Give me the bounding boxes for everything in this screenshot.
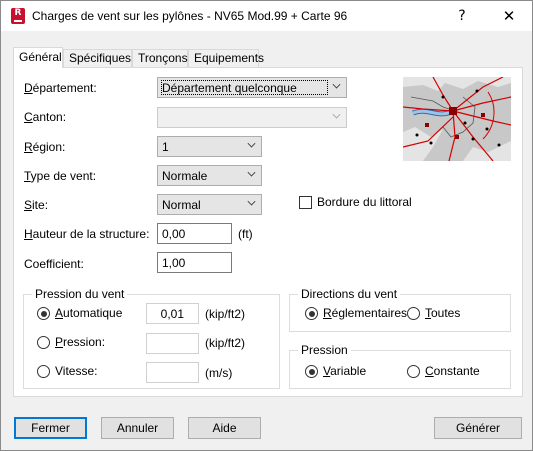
type-vent-label-text: ype de vent: <box>30 169 97 183</box>
toutes-label-text: outes <box>431 306 461 320</box>
variable-label-text: ariable <box>330 364 367 378</box>
title-bar: R Charges de vent sur les pylônes - NV65… <box>1 1 532 31</box>
dialog-window: R Charges de vent sur les pylônes - NV65… <box>0 0 533 451</box>
constante-label: Constante <box>425 364 480 378</box>
tab-troncons-label: Tronçons <box>138 51 188 65</box>
tab-specifiques-label: Spécifiques <box>69 51 132 65</box>
radio-circle-selected[interactable] <box>37 307 50 320</box>
vitesse-unit: (m/s) <box>205 366 233 380</box>
radio-circle[interactable] <box>37 336 50 349</box>
variable-label: Variable <box>323 364 367 378</box>
reglementaires-label: Réglementaires <box>323 306 408 320</box>
tab-equipements[interactable]: Equipements <box>188 49 264 68</box>
region-label: Région: <box>24 140 66 154</box>
pression-unit: (kip/ft2) <box>205 336 246 350</box>
annuler-button[interactable]: Annuler <box>101 417 174 439</box>
coefficient-label: Coefficient: <box>24 257 84 271</box>
help-button[interactable]: ? <box>439 1 485 31</box>
hauteur-unit: (ft) <box>238 227 253 241</box>
departement-label: Département: <box>24 81 97 95</box>
departement-label-text: épartement: <box>32 81 97 95</box>
hauteur-label-text: auteur de la structure: <box>32 227 150 241</box>
type-vent-value: Normale <box>162 169 208 183</box>
automatique-unit: (kip/ft2) <box>205 307 246 321</box>
window-title: Charges de vent sur les pylônes - NV65 M… <box>32 9 348 23</box>
chevron-down-icon <box>332 80 341 89</box>
vitesse-field[interactable] <box>146 362 199 383</box>
pression-label-text: ression: <box>63 335 106 349</box>
region-select[interactable]: 1 <box>157 136 262 157</box>
chevron-down-icon <box>247 197 256 206</box>
pression-field[interactable] <box>146 333 199 354</box>
bordure-littoral-label: Bordure du littoral <box>317 195 412 209</box>
pression-label: Pression: <box>55 335 106 349</box>
departement-select[interactable]: Département quelconque <box>157 77 347 98</box>
tab-specifiques[interactable]: Spécifiques <box>63 49 132 68</box>
chevron-down-icon <box>332 110 341 119</box>
hauteur-field[interactable]: 0,00 <box>157 223 232 244</box>
radio-circle[interactable] <box>407 307 420 320</box>
automatique-label: Automatique <box>55 306 123 320</box>
canton-select[interactable] <box>157 107 347 128</box>
radio-circle[interactable] <box>37 365 50 378</box>
type-vent-select[interactable]: Normale <box>157 165 262 186</box>
aide-button[interactable]: Aide <box>188 417 261 439</box>
radio-circle-selected[interactable] <box>305 307 318 320</box>
type-vent-label: Type de vent: <box>24 169 97 183</box>
vitesse-label: Vitesse: <box>55 364 97 378</box>
toutes-label: Toutes <box>425 306 461 320</box>
site-value: Normal <box>162 198 201 212</box>
reglementaires-label-text: églementaires <box>331 306 408 320</box>
generer-button[interactable]: Générer <box>434 417 522 439</box>
pression-vent-title: Pression du vent <box>32 287 128 301</box>
tab-general-label: Général <box>19 50 62 64</box>
hauteur-label: Hauteur de la structure: <box>24 227 150 241</box>
departement-value: Département quelconque <box>162 81 297 95</box>
site-select[interactable]: Normal <box>157 194 262 215</box>
coefficient-value: 1,00 <box>162 256 186 270</box>
hauteur-value: 0,00 <box>162 227 186 241</box>
region-label-text: égion: <box>32 140 66 154</box>
close-button[interactable]: ✕ <box>486 1 532 31</box>
automatique-value: 0,01 <box>160 307 184 321</box>
region-map-image <box>403 77 511 161</box>
pression-group-title: Pression <box>298 343 351 357</box>
vitesse-label-text: Vitesse: <box>55 364 98 378</box>
automatique-value-field: 0,01 <box>146 303 199 324</box>
site-label: Site: <box>24 198 49 212</box>
radio-circle-selected[interactable] <box>305 365 318 378</box>
site-label-text: ite: <box>32 198 49 212</box>
canton-label: Canton: <box>24 110 67 124</box>
coefficient-field[interactable]: 1,00 <box>157 252 232 273</box>
region-value: 1 <box>162 140 169 154</box>
tab-equipements-label: Equipements <box>194 51 265 65</box>
radio-circle[interactable] <box>407 365 420 378</box>
chevron-down-icon <box>247 168 256 177</box>
app-icon: R <box>11 8 25 24</box>
automatique-label-text: utomatique <box>63 306 123 320</box>
fermer-button[interactable]: Fermer <box>14 417 87 439</box>
tab-general[interactable]: Général <box>13 47 63 68</box>
tab-troncons[interactable]: Tronçons <box>132 49 188 68</box>
checkbox-box[interactable] <box>299 196 312 209</box>
constante-label-text: onstante <box>433 364 480 378</box>
canton-label-text: anton: <box>32 110 67 124</box>
directions-vent-title: Directions du vent <box>298 287 401 301</box>
chevron-down-icon <box>247 139 256 148</box>
